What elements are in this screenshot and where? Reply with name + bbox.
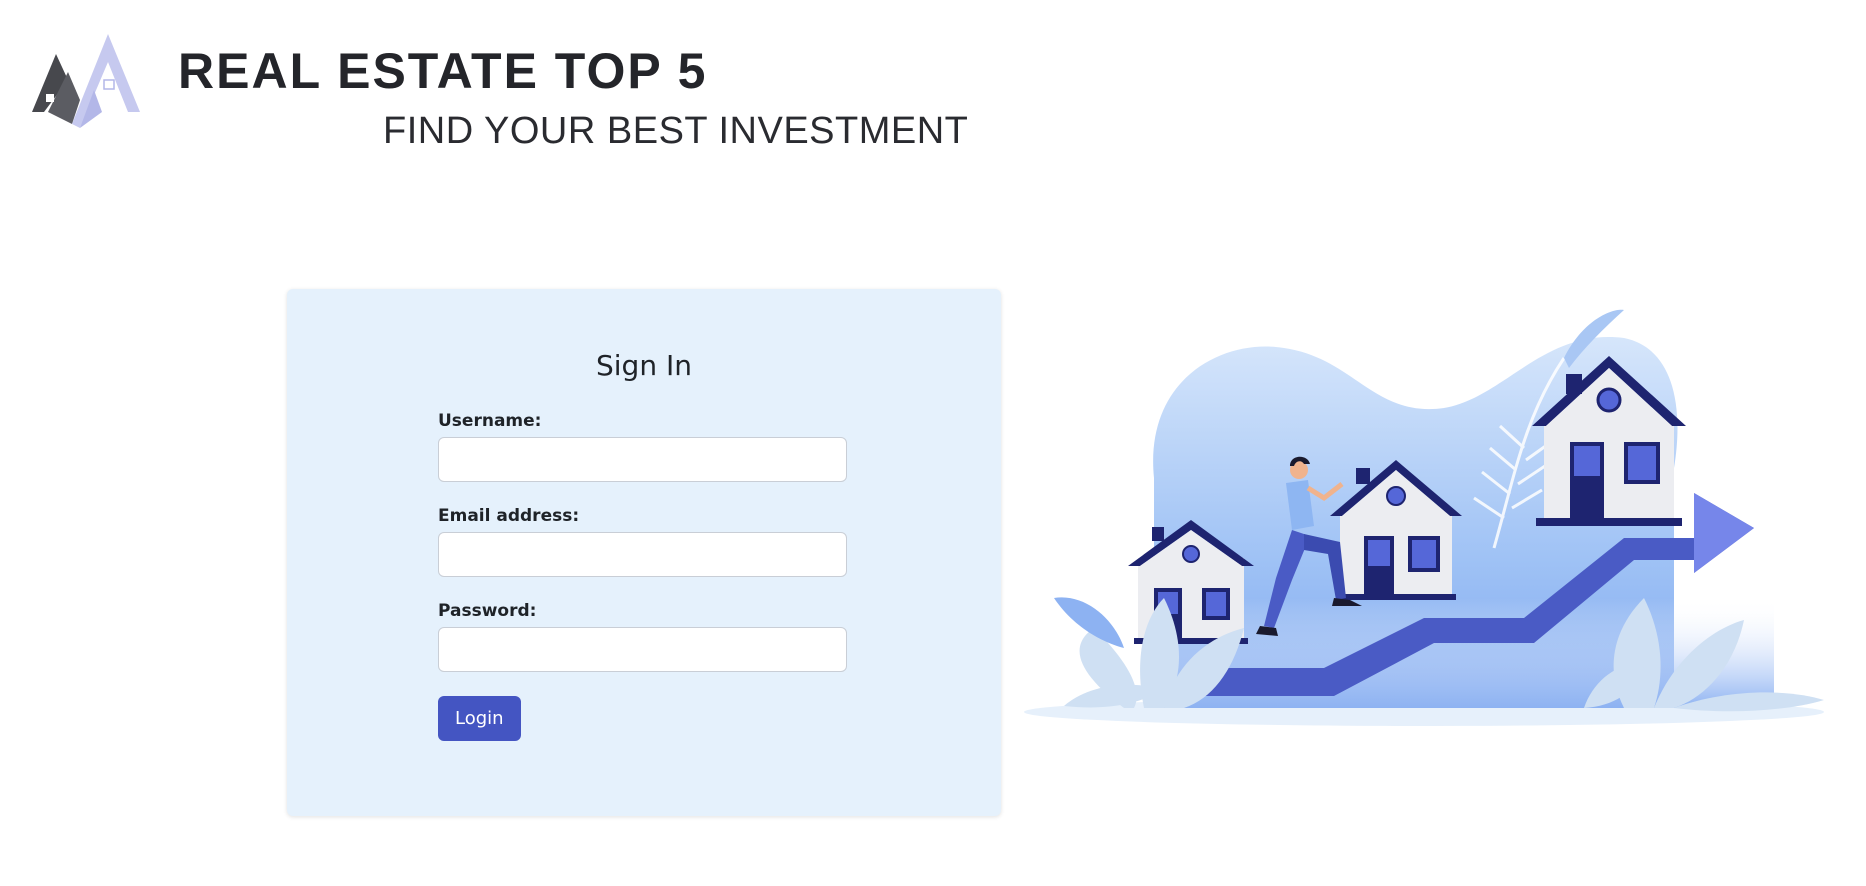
password-label: Password:: [438, 601, 537, 621]
site-title: REAL ESTATE TOP 5: [178, 43, 708, 99]
login-button[interactable]: Login: [438, 696, 521, 741]
signin-heading: Sign In: [596, 349, 692, 382]
password-input[interactable]: [438, 627, 847, 672]
hero-illustration: [1024, 309, 1824, 726]
email-label: Email address:: [438, 506, 580, 526]
site-tagline: FIND YOUR BEST INVESTMENT: [383, 110, 969, 152]
email-input[interactable]: [438, 532, 847, 577]
signin-card: Sign In Username: Email address: Passwor…: [287, 289, 1001, 816]
username-label: Username:: [438, 411, 542, 431]
username-input[interactable]: [438, 437, 847, 482]
signin-form: Username: Email address: Password: Login: [438, 411, 847, 741]
logo-icon: [32, 34, 140, 128]
